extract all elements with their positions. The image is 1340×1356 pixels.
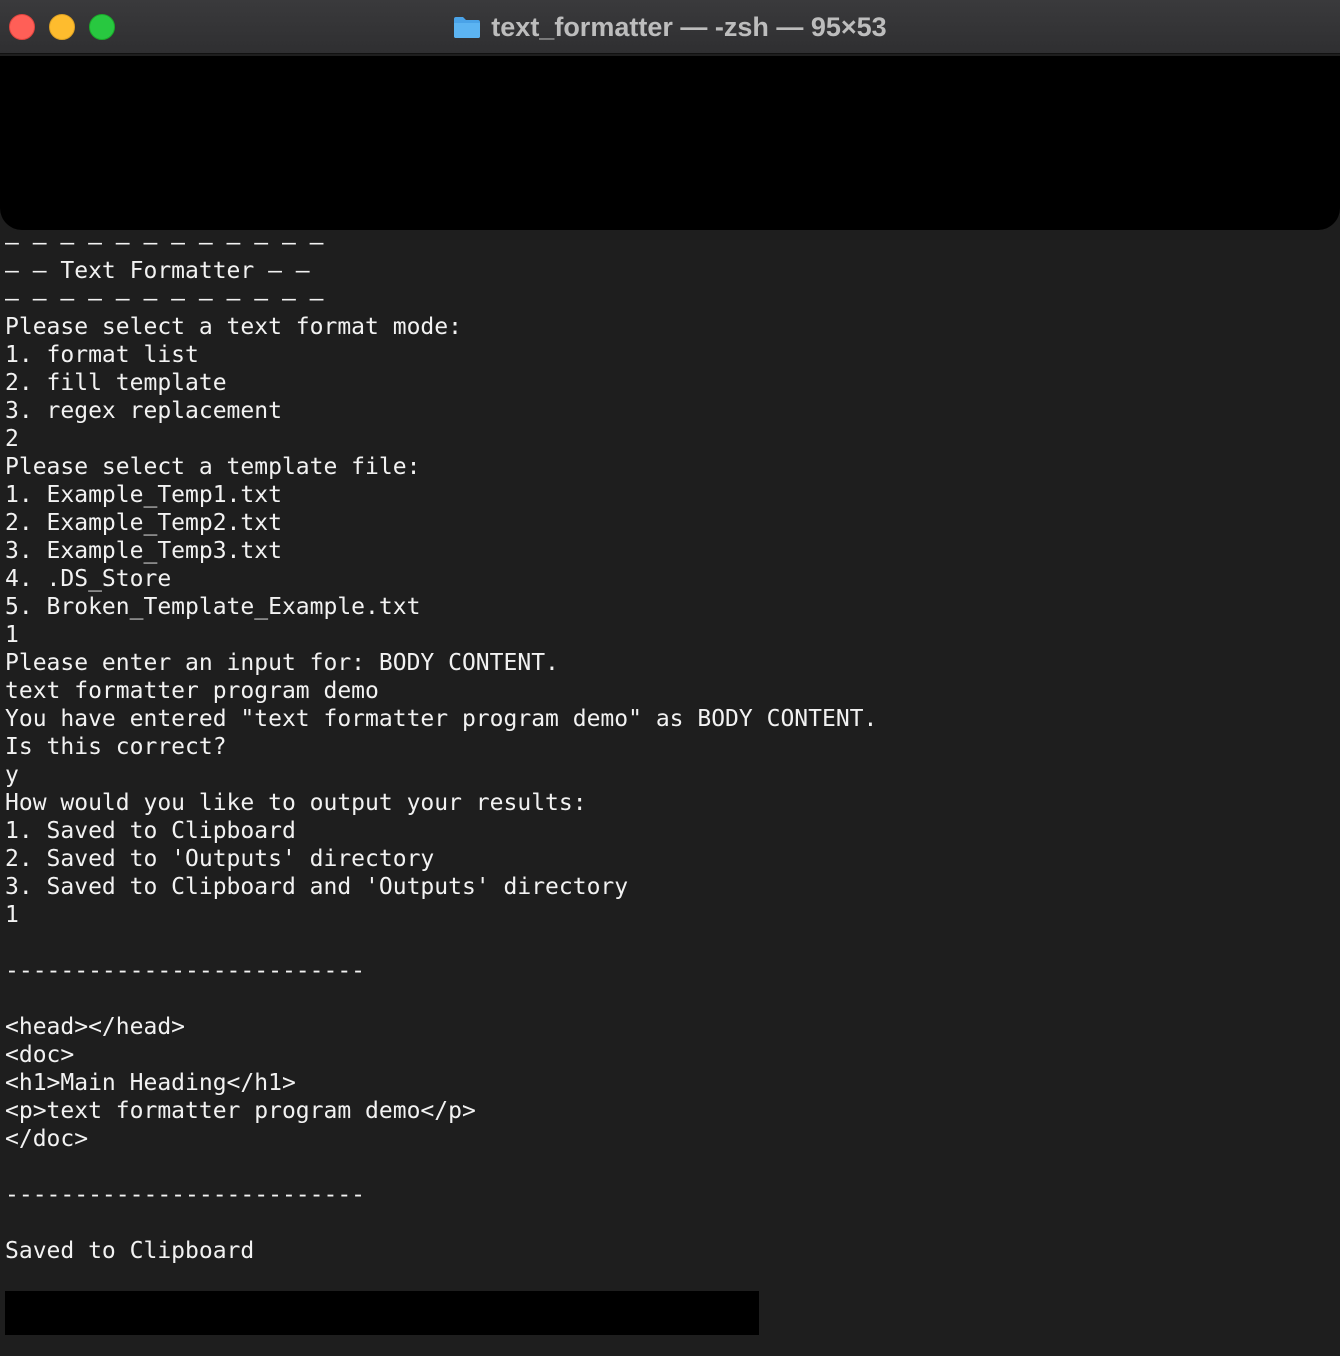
terminal-line: – – Text Formatter – – [5, 258, 310, 284]
terminal-line: Please select a text format mode: [5, 314, 462, 340]
window-title-area: text_formatter — -zsh — 95×53 [0, 0, 1340, 54]
title-bar[interactable]: text_formatter — -zsh — 95×53 [0, 0, 1340, 54]
terminal-line: 3. regex replacement [5, 398, 282, 424]
terminal-line: <h1>Main Heading</h1> [5, 1070, 296, 1096]
terminal-line: <head></head> [5, 1014, 186, 1040]
terminal-line: How would you like to output your result… [5, 790, 587, 816]
terminal-line: 2. Saved to 'Outputs' directory [5, 846, 435, 872]
folder-icon [453, 15, 481, 39]
terminal-output[interactable]: – – – – – – – – – – – – – – Text Formatte… [5, 229, 877, 1265]
terminal-line: 1. Saved to Clipboard [5, 818, 296, 844]
terminal-line: Is this correct? [5, 734, 227, 760]
terminal-line: Please select a template file: [5, 454, 421, 480]
terminal-line: Saved to Clipboard [5, 1238, 255, 1264]
terminal-line: 5. Broken_Template_Example.txt [5, 594, 421, 620]
terminal-line: 1. format list [5, 342, 199, 368]
terminal-line: 3. Saved to Clipboard and 'Outputs' dire… [5, 874, 629, 900]
terminal-line: -------------------------- [5, 1182, 366, 1208]
terminal-line: You have entered "text formatter program… [5, 706, 878, 732]
terminal-line: -------------------------- [5, 958, 366, 984]
terminal-line: 2. Example_Temp2.txt [5, 510, 282, 536]
terminal-line: <doc> [5, 1042, 75, 1068]
terminal-line: <p>text formatter program demo</p> [5, 1098, 476, 1124]
terminal-line: 2. fill template [5, 370, 227, 396]
redacted-block-bottom [5, 1291, 759, 1335]
terminal-line: 1 [5, 622, 19, 648]
terminal-line: 1. Example_Temp1.txt [5, 482, 282, 508]
terminal-line: 3. Example_Temp3.txt [5, 538, 282, 564]
terminal-line: text formatter program demo [5, 678, 379, 704]
terminal-line: – – – – – – – – – – – – [5, 230, 324, 256]
terminal-line: – – – – – – – – – – – – [5, 286, 324, 312]
terminal-line: 2 [5, 426, 19, 452]
terminal-line: y [5, 762, 19, 788]
window-title: text_formatter — -zsh — 95×53 [491, 11, 887, 42]
terminal-line: Please enter an input for: BODY CONTENT. [5, 650, 559, 676]
terminal-line: </doc> [5, 1126, 89, 1152]
terminal-line: 1 [5, 902, 19, 928]
terminal-line: 4. .DS_Store [5, 566, 172, 592]
terminal-window: text_formatter — -zsh — 95×53 – – – – – … [0, 0, 1340, 1356]
redacted-block-top [0, 56, 1340, 230]
